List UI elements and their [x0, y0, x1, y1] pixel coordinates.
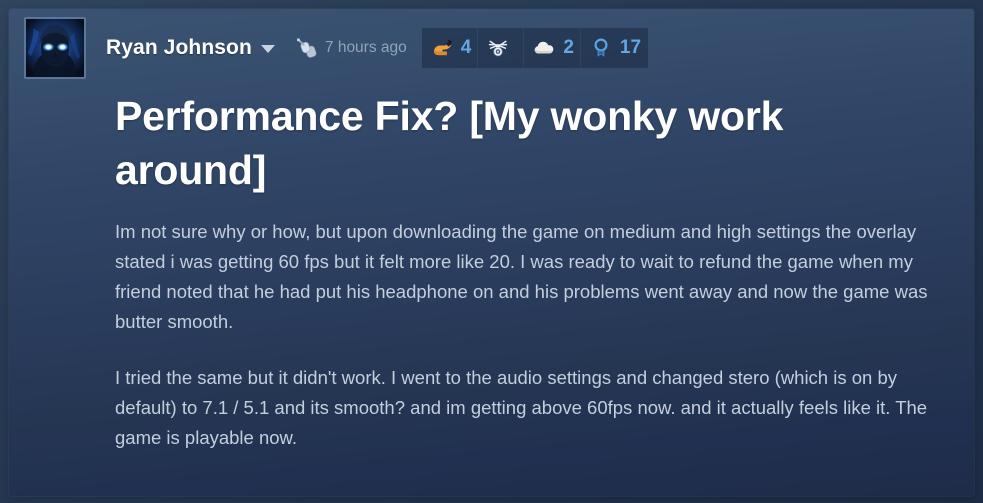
award-count: 4: [460, 37, 472, 58]
award-golden-hand[interactable]: 4: [421, 27, 479, 68]
award-count: 17: [619, 37, 642, 58]
post-body: Performance Fix? [My wonky work around] …: [9, 71, 974, 453]
award-clever-cloud[interactable]: 2: [524, 27, 581, 68]
dogtag-award-icon: [295, 37, 319, 61]
award-count: 2: [563, 37, 574, 58]
award-deer-god[interactable]: [478, 27, 525, 68]
award-list: 4 2 17: [421, 27, 649, 68]
deer-god-award-icon: [485, 35, 511, 61]
avatar[interactable]: [24, 16, 86, 79]
post-paragraph: Im not sure why or how, but upon downloa…: [115, 221, 928, 333]
award-ribbon-icon: [588, 35, 614, 61]
post-paragraph: I tried the same but it didn't work. I w…: [115, 367, 928, 449]
author-block[interactable]: Ryan Johnson: [106, 28, 275, 68]
golden-hand-award-icon: [429, 35, 455, 61]
page-title: Performance Fix? [My wonky work around]: [115, 93, 784, 194]
author-name[interactable]: Ryan Johnson: [106, 36, 252, 60]
chevron-down-icon[interactable]: [260, 45, 275, 53]
award-ribbon[interactable]: 17: [580, 27, 649, 68]
post-header: Ryan Johnson 7 hours ago 4 2 17: [9, 9, 974, 79]
clever-cloud-award-icon: [531, 35, 557, 61]
page-backdrop: Ryan Johnson 7 hours ago 4 2 17 Performa…: [0, 0, 983, 503]
forum-post-card: Ryan Johnson 7 hours ago 4 2 17 Performa…: [9, 9, 974, 496]
post-timestamp: 7 hours ago: [324, 38, 407, 56]
